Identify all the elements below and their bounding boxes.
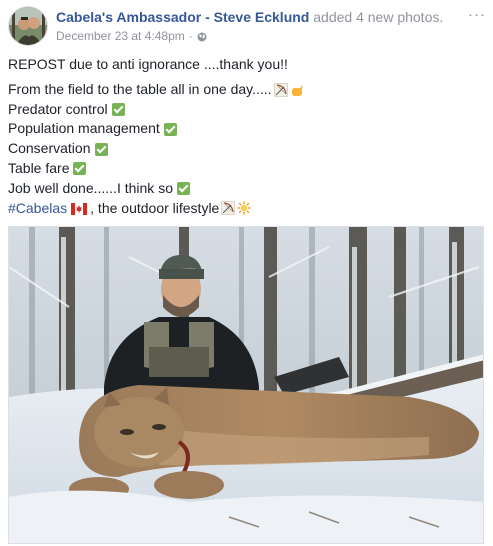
message-text: Population management xyxy=(8,120,160,137)
post-meta: December 23 at 4:48pm · xyxy=(56,29,207,43)
post-message: REPOST due to anti ignorance ....thank y… xyxy=(8,55,486,218)
check-mark-icon xyxy=(176,182,190,196)
hashtag-link[interactable]: #Cabelas xyxy=(8,199,67,219)
message-text: , the outdoor lifestyle xyxy=(90,199,220,216)
message-line: Predator control xyxy=(8,100,486,120)
pointing-hand-icon xyxy=(290,83,304,97)
message-line: #Cabelas , the outdoor lifestyle xyxy=(8,199,486,219)
post-timestamp[interactable]: December 23 at 4:48pm xyxy=(56,29,185,43)
message-line: Job well done......I think so xyxy=(8,179,486,199)
canada-flag-icon xyxy=(71,201,88,216)
message-line: REPOST due to anti ignorance ....thank y… xyxy=(8,55,486,75)
author-avatar[interactable] xyxy=(8,6,48,46)
globe-icon[interactable] xyxy=(197,31,207,42)
bow-and-arrow-icon xyxy=(221,201,236,216)
more-options-icon[interactable]: ··· xyxy=(468,6,486,23)
message-text: Predator control xyxy=(8,100,108,117)
message-line: Population management xyxy=(8,119,486,139)
author-name-link[interactable]: Cabela's Ambassador - Steve Ecklund xyxy=(56,9,309,25)
check-mark-icon xyxy=(73,162,87,176)
message-text: Job well done......I think so xyxy=(8,179,173,196)
check-mark-icon xyxy=(111,102,125,116)
bow-and-arrow-icon xyxy=(273,82,288,97)
post-photo[interactable] xyxy=(8,226,484,544)
post-header: Cabela's Ambassador - Steve Ecklund adde… xyxy=(8,6,486,46)
message-line: From the field to the table all in one d… xyxy=(8,80,486,100)
message-text: From the field to the table all in one d… xyxy=(8,80,272,97)
message-text: Conservation xyxy=(8,140,91,157)
check-mark-icon xyxy=(94,142,108,156)
post-action-text: added 4 new photos. xyxy=(313,9,444,25)
message-line: Table fare xyxy=(8,159,486,179)
check-mark-icon xyxy=(163,122,177,136)
meta-separator: · xyxy=(188,29,193,43)
author-line: Cabela's Ambassador - Steve Ecklund adde… xyxy=(56,9,443,25)
message-text: Table fare xyxy=(8,159,70,176)
message-line: Conservation xyxy=(8,139,486,159)
facebook-post: Cabela's Ambassador - Steve Ecklund adde… xyxy=(0,0,493,546)
sun-icon xyxy=(237,201,251,215)
message-text: REPOST due to anti ignorance ....thank y… xyxy=(8,56,288,72)
